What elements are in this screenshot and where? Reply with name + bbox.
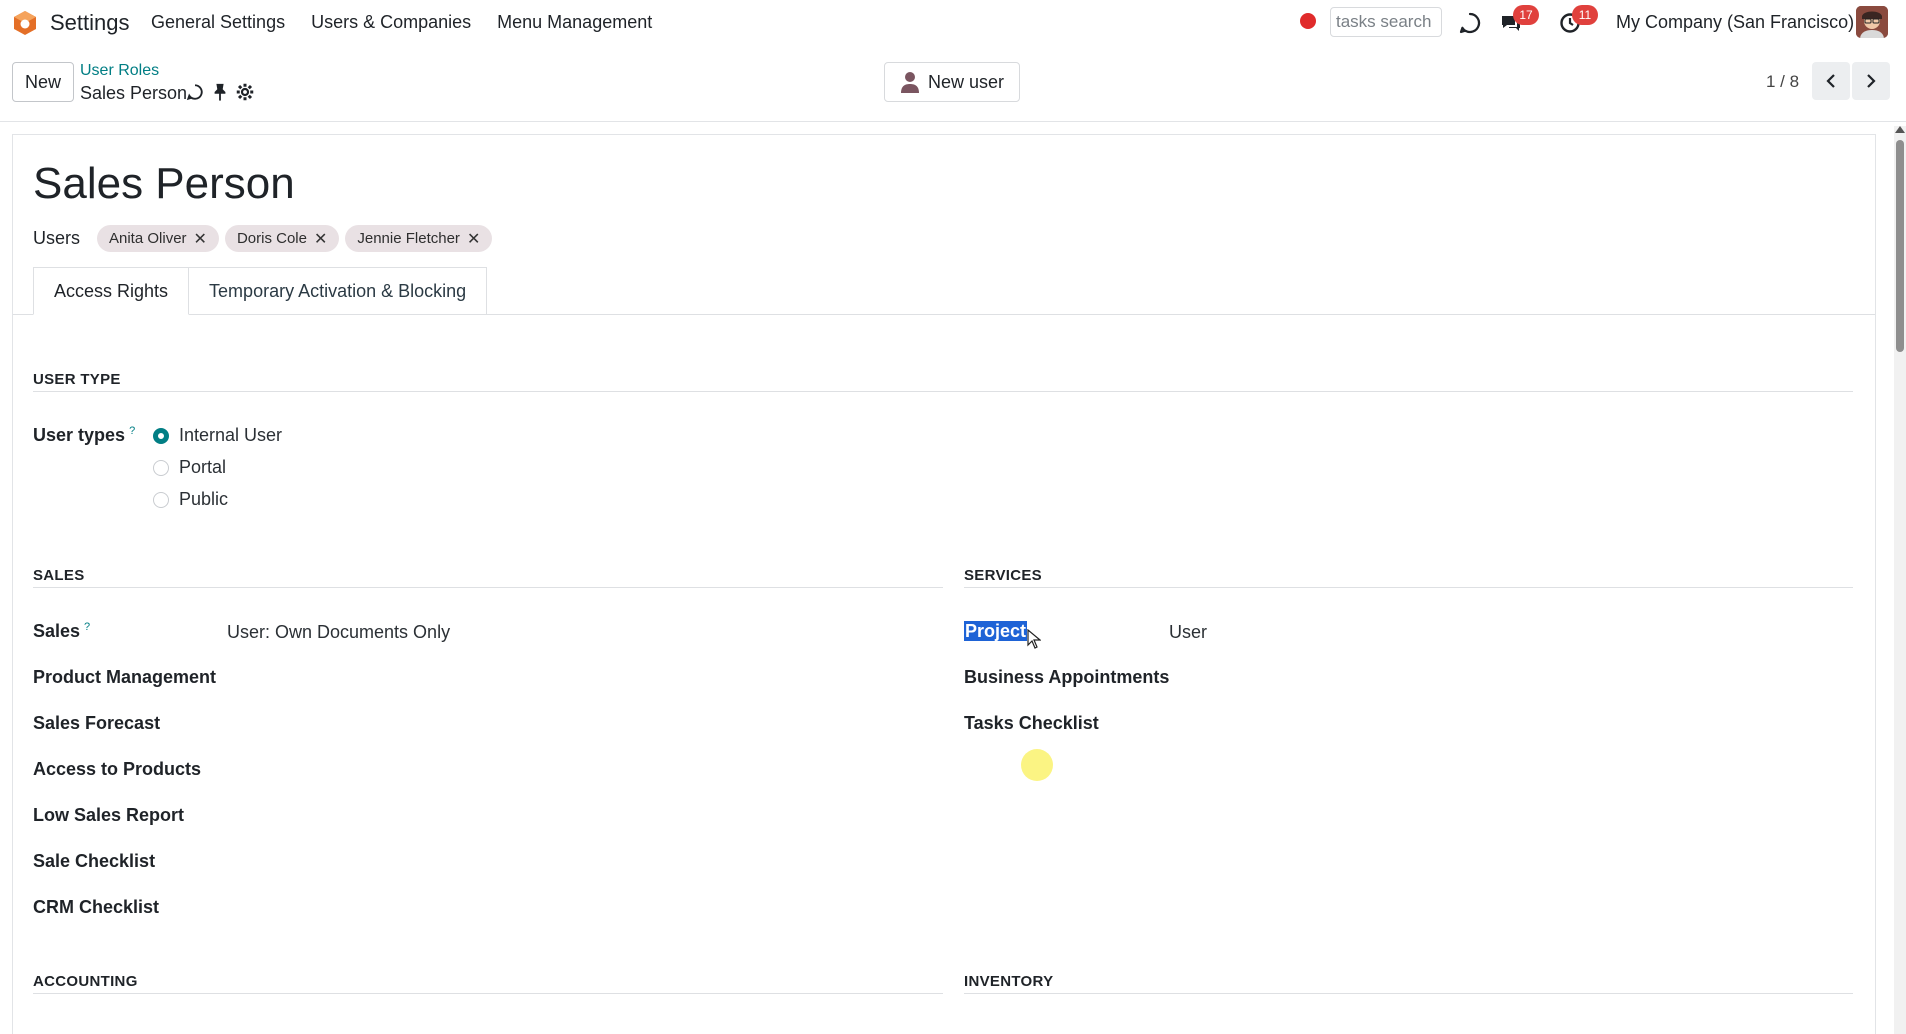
sale-checklist-label: Sale Checklist [33,851,156,871]
product-management-label: Product Management [33,667,217,687]
users-tags[interactable]: Anita Oliver ✕ Doris Cole ✕ Jennie Fletc… [97,225,493,252]
section-accounting: ACCOUNTING [33,973,138,990]
user-types-label: User types? [33,425,135,446]
activities-count-badge: 11 [1572,5,1598,25]
radio-public[interactable]: Public [153,489,228,510]
radio-internal-user[interactable]: Internal User [153,425,282,446]
user-tag: Jennie Fletcher ✕ [345,225,493,252]
form-sheet: Sales Person Users Anita Oliver ✕ Doris … [12,134,1876,1034]
user-icon [900,72,919,93]
chevron-left-icon [1826,74,1835,88]
gear-icon[interactable] [236,83,254,101]
user-avatar-icon [1856,6,1888,38]
main-menu: General Settings Users & Companies Menu … [151,12,652,33]
tasks-search-input[interactable] [1330,7,1442,37]
messages-count-badge: 17 [1513,5,1539,25]
user-tag-label: Doris Cole [236,230,307,247]
users-field-label: Users [33,228,81,248]
activities-clock-icon[interactable]: 11 [1556,5,1598,37]
new-record-button[interactable]: New [12,62,74,102]
user-avatar[interactable] [1856,6,1888,38]
radio-label: Portal [179,457,227,477]
user-tag-label: Anita Oliver [109,230,187,247]
radio-checked-icon [153,427,169,444]
tab-access-rights[interactable]: Access Rights [33,267,190,315]
sales-field-label-text: Sales [33,621,81,641]
project-access-select[interactable]: User [1169,622,1207,643]
user-tag-label: Jennie Fletcher [357,230,460,247]
chatter-icon[interactable] [186,83,204,101]
sales-field-label: Sales? [33,621,90,642]
section-divider [964,993,1853,994]
radio-portal[interactable]: Portal [153,457,226,478]
access-to-products-label: Access to Products [33,759,202,779]
company-switcher[interactable]: My Company (San Francisco) [1616,12,1854,33]
tasks-checklist-label: Tasks Checklist [964,713,1099,733]
section-divider [964,587,1853,588]
page-scrollbar[interactable] [1894,126,1906,1034]
section-user-type: USER TYPE [33,371,121,388]
record-title[interactable]: Sales Person [33,159,295,209]
radio-label: Public [179,489,229,509]
section-divider [33,587,943,588]
section-divider [33,993,943,994]
section-sales: SALES [33,567,85,584]
section-divider [33,391,1853,392]
sales-access-select[interactable]: User: Own Documents Only [227,622,450,643]
menu-users-companies[interactable]: Users & Companies [311,12,471,33]
mouse-pointer-icon [1027,629,1041,649]
selected-text: Project [964,621,1028,641]
notebook-tabs: Access Rights Temporary Activation & Blo… [33,267,488,315]
help-icon[interactable]: ? [129,425,135,437]
breadcrumb-current: Sales Person [80,83,188,103]
menu-general-settings[interactable]: General Settings [151,12,285,33]
low-sales-report-label: Low Sales Report [33,805,185,825]
section-services: SERVICES [964,567,1042,584]
scroll-thumb[interactable] [1896,140,1904,352]
voip-phone-icon[interactable] [1456,9,1484,37]
sales-forecast-label: Sales Forecast [33,713,161,733]
new-user-label: New user [927,71,1005,92]
section-inventory: INVENTORY [964,973,1054,990]
remove-tag-icon[interactable]: ✕ [194,229,207,249]
messages-icon[interactable]: 17 [1497,5,1539,37]
recording-indicator-icon[interactable] [1300,13,1316,29]
menu-menu-management[interactable]: Menu Management [497,12,652,33]
top-navbar: Settings General Settings Users & Compan… [0,0,1906,46]
help-icon[interactable]: ? [84,621,90,633]
new-user-button[interactable]: New user [884,62,1020,102]
tab-temporary-activation[interactable]: Temporary Activation & Blocking [189,267,488,315]
pin-icon[interactable] [212,83,228,101]
scroll-up-icon[interactable] [1895,126,1905,133]
radio-unchecked-icon [153,459,169,476]
radio-unchecked-icon [153,491,169,508]
odoo-logo-icon[interactable] [12,10,38,36]
user-tag: Anita Oliver ✕ [97,225,219,252]
pager-next-button[interactable] [1852,62,1890,100]
radio-label: Internal User [179,425,283,445]
record-actions [186,83,254,101]
remove-tag-icon[interactable]: ✕ [314,229,327,249]
business-appointments-label: Business Appointments [964,667,1170,687]
cursor-highlight [1021,749,1053,781]
chevron-right-icon [1867,74,1876,88]
crm-checklist-label: CRM Checklist [33,897,160,917]
control-panel: New User Roles Sales Person New user 1 /… [0,56,1906,122]
pager-previous-button[interactable] [1812,62,1850,100]
project-field-label: Project [964,621,1028,642]
remove-tag-icon[interactable]: ✕ [467,229,480,249]
breadcrumb-user-roles[interactable]: User Roles [80,62,159,80]
app-title[interactable]: Settings [50,10,130,36]
pager-value[interactable]: 1 / 8 [1766,72,1799,92]
user-tag: Doris Cole ✕ [224,225,340,252]
user-types-label-text: User types [33,425,126,445]
